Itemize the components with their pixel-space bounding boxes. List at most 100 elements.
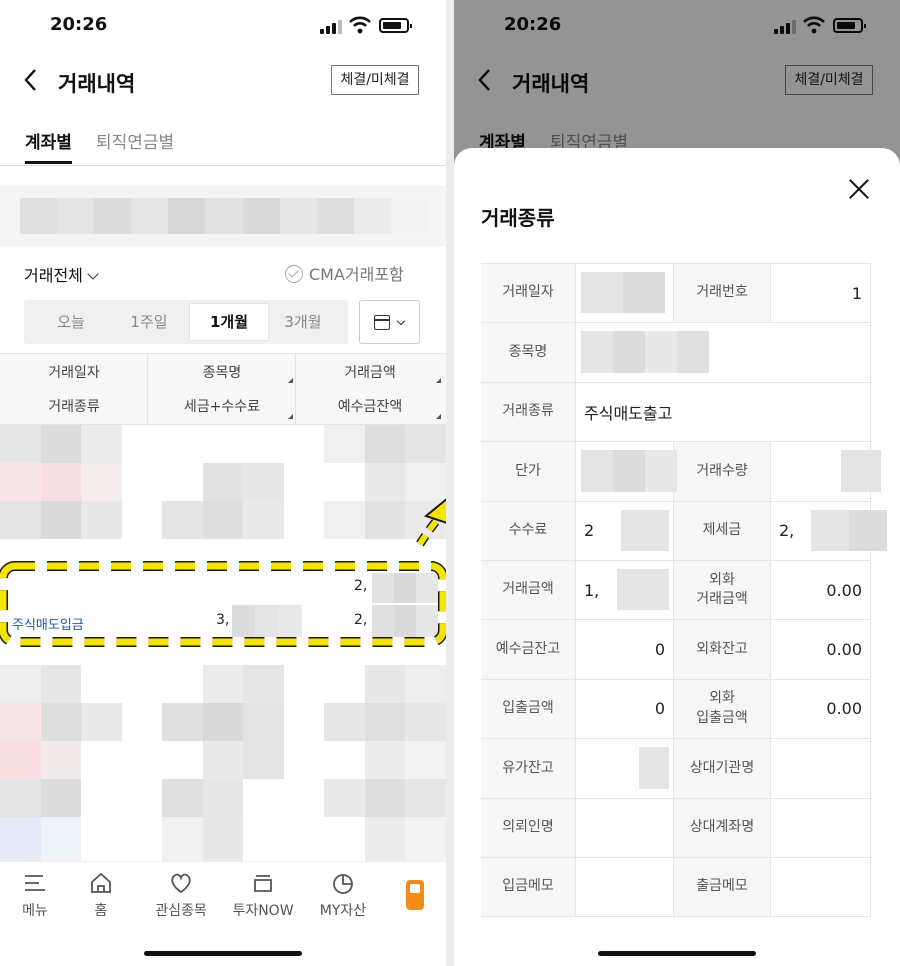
detail-value: 0 xyxy=(576,620,674,680)
account-tabs: 계좌별 퇴직연금별 xyxy=(0,118,446,166)
detail-value: 0.00 xyxy=(771,620,871,680)
table-row[interactable] xyxy=(0,741,446,779)
detail-label: 상대기관명 xyxy=(674,739,771,799)
detail-label: 종목명 xyxy=(481,323,576,383)
blurred-value xyxy=(617,569,669,611)
detail-label-text: 예수금잔고 xyxy=(495,640,561,657)
nav-invest-now[interactable]: 투자NOW xyxy=(228,870,298,920)
period-selector: 오늘 1주일 1개월 3개월 xyxy=(24,300,348,344)
detail-label-text: 거래수량 xyxy=(696,462,748,479)
nav-watchlist-label: 관심종목 xyxy=(155,903,207,919)
detail-value-text: 1, xyxy=(584,580,600,600)
detail-label-text: 거래번호 xyxy=(696,284,748,301)
heart-icon xyxy=(171,873,191,894)
table-row[interactable] xyxy=(0,463,446,501)
period-1month[interactable]: 1개월 xyxy=(190,304,268,340)
col-tax-fee: 세금+수수료 xyxy=(183,399,261,415)
app-switch-icon xyxy=(406,880,424,910)
detail-label: 입금메모 xyxy=(481,858,576,918)
col-deposit-balance: 예수금잔액 xyxy=(337,399,403,415)
close-icon[interactable] xyxy=(848,178,870,200)
transaction-type-dropdown[interactable]: 거래전체 xyxy=(24,262,99,286)
detail-value: 1 xyxy=(771,264,871,324)
detail-label: 의뢰인명 xyxy=(481,798,576,858)
sort-indicator-icon xyxy=(288,378,293,383)
page-title: 거래내역 xyxy=(58,72,136,96)
period-3months[interactable]: 3개월 xyxy=(264,304,342,340)
tab-by-account[interactable]: 계좌별 xyxy=(25,128,72,164)
detail-label-text: 의뢰인명 xyxy=(502,818,554,835)
nav-home[interactable]: 홈 xyxy=(66,870,136,920)
blurred-value xyxy=(811,509,887,551)
period-1week[interactable]: 1주일 xyxy=(110,304,188,340)
column-divider xyxy=(147,354,148,424)
detail-label-text: 외화잔고 xyxy=(696,640,748,657)
nav-home-label: 홈 xyxy=(94,903,108,919)
account-selector[interactable] xyxy=(0,186,446,246)
blurred-value xyxy=(581,272,665,314)
status-bar: 20:26 xyxy=(0,0,446,50)
nav-my-assets[interactable]: MY자산 xyxy=(308,870,378,920)
home-indicator xyxy=(598,951,756,956)
table-row[interactable] xyxy=(0,425,446,463)
detail-label: 상대계좌명 xyxy=(674,798,771,858)
detail-label-text: 거래종류 xyxy=(502,403,554,420)
col-stock-name: 종목명 xyxy=(202,365,242,381)
detail-label: 단가 xyxy=(481,442,576,502)
detail-value: 주식매도출고 xyxy=(576,382,871,443)
table-row[interactable] xyxy=(0,501,446,539)
table-row[interactable] xyxy=(0,703,446,741)
status-time: 20:26 xyxy=(50,14,108,35)
nav-watchlist[interactable]: 관심종목 xyxy=(146,870,216,920)
table-row[interactable] xyxy=(0,779,446,817)
transaction-detail-screen: 20:26 거래내역 체결/미체결 계좌별 퇴직연금별 거래종류 거래일자 거래번… xyxy=(454,0,900,966)
detail-label-text: 외화 입출금액 xyxy=(696,690,748,726)
calendar-icon xyxy=(374,315,390,330)
detail-value-text: 1 xyxy=(851,283,862,303)
table-header: 거래일자 종목명 거래금액 거래종류 세금+수수료 예수금잔액 xyxy=(0,353,446,744)
detail-label: 거래수량 xyxy=(674,442,771,502)
detail-label-text: 외화 거래금액 xyxy=(696,571,748,608)
detail-value-text: 0.00 xyxy=(826,640,862,660)
detail-label: 입출금액 xyxy=(481,679,576,740)
battery-icon xyxy=(379,18,412,33)
transaction-list-screen: 20:26 거래내역 체결/미체결 계좌별 퇴직연금별 거래전체 CMA거래포함… xyxy=(0,0,446,966)
highlight-annotation xyxy=(0,561,446,647)
detail-label: 거래금액 xyxy=(481,561,576,621)
period-today[interactable]: 오늘 xyxy=(32,304,110,340)
nav-my-assets-label: MY자산 xyxy=(319,903,367,919)
table-row[interactable] xyxy=(0,817,446,861)
nav-menu[interactable]: 메뉴 xyxy=(0,870,70,920)
blurred-value xyxy=(621,509,669,551)
executed-unexecuted-button[interactable]: 체결/미체결 xyxy=(331,65,419,95)
nav-app-switch[interactable] xyxy=(380,878,446,912)
calendar-button[interactable] xyxy=(359,300,420,344)
detail-label-text: 수수료 xyxy=(508,521,548,538)
detail-label: 예수금잔고 xyxy=(481,620,576,680)
detail-label-text: 상대기관명 xyxy=(689,759,755,776)
back-arrow-icon[interactable] xyxy=(20,66,42,94)
page-header: 거래내역 체결/미체결 xyxy=(0,50,446,110)
detail-label: 유가잔고 xyxy=(481,739,576,799)
detail-bottom-sheet: 거래종류 거래일자 거래번호 1 종목명 거래종류 주식매도출고 단가 거래수량 수수료 2 제세금… xyxy=(454,148,900,966)
signal-icon xyxy=(320,20,342,34)
detail-label: 외화 입출금액 xyxy=(674,679,771,740)
chevron-down-icon xyxy=(87,268,99,280)
blurred-value xyxy=(841,450,881,492)
detail-label-text: 거래금액 xyxy=(502,581,554,598)
detail-value xyxy=(771,739,871,799)
detail-value xyxy=(771,858,871,918)
detail-label: 수수료 xyxy=(481,501,576,561)
detail-label-text: 유가잔고 xyxy=(502,759,554,776)
detail-label: 거래일자 xyxy=(481,264,576,324)
detail-value-text: 2, xyxy=(779,521,795,541)
col-trade-amount: 거래금액 xyxy=(344,365,396,381)
detail-value-text: 0 xyxy=(654,640,665,660)
menu-icon xyxy=(25,875,45,891)
table-row[interactable] xyxy=(0,665,446,703)
cma-include-toggle[interactable]: CMA거래포함 xyxy=(285,261,404,285)
detail-label: 제세금 xyxy=(674,501,771,561)
sort-indicator-icon xyxy=(288,414,293,419)
tab-by-pension[interactable]: 퇴직연금별 xyxy=(96,128,174,153)
sheet-title: 거래종류 xyxy=(481,206,555,230)
